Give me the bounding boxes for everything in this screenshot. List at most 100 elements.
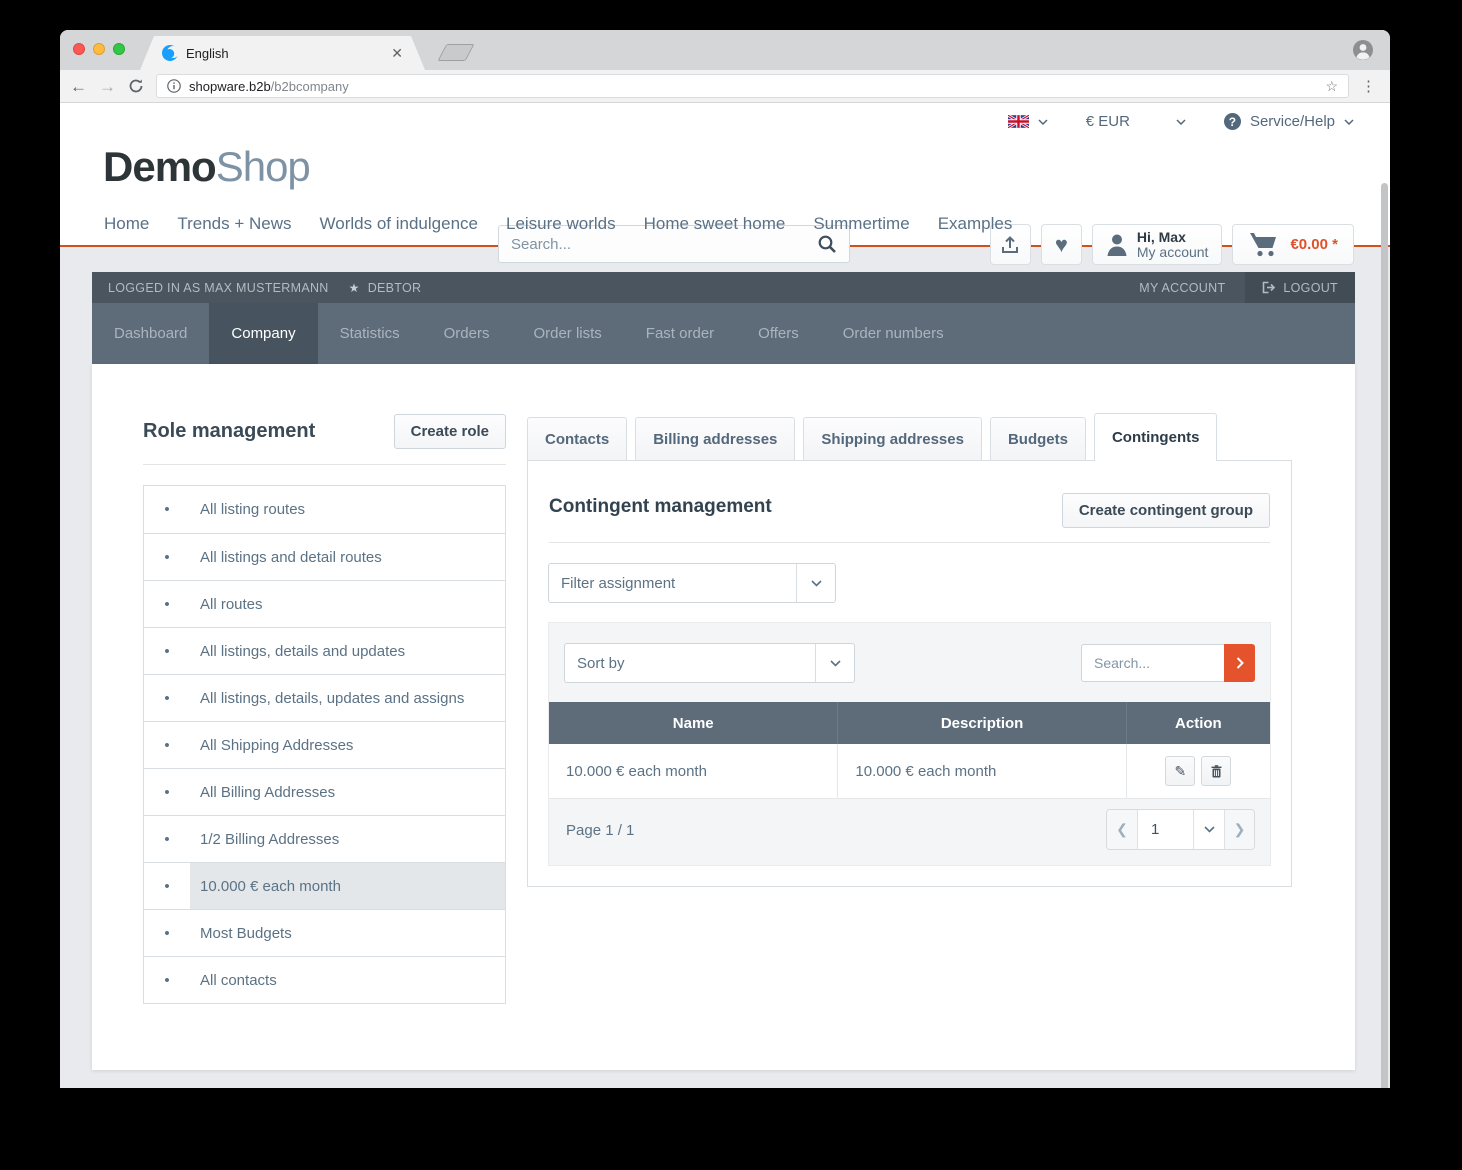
browser-tabstrip: English ✕ [60, 30, 1390, 70]
service-help-menu[interactable]: ? Service/Help [1223, 113, 1354, 130]
new-tab-button[interactable] [437, 44, 475, 61]
b2b-nav-order-numbers[interactable]: Order numbers [821, 303, 966, 364]
reload-icon[interactable] [128, 78, 144, 94]
chevron-down-icon [815, 644, 854, 682]
language-select[interactable] [1007, 115, 1048, 128]
user-icon [1106, 233, 1128, 257]
company-detail-section: Contacts Billing addresses Shipping addr… [527, 413, 1292, 887]
account-greeting: Hi, Max [1136, 228, 1186, 245]
zoom-window-button[interactable] [113, 43, 125, 55]
role-list-item[interactable]: • All Billing Addresses [144, 768, 505, 815]
forward-icon[interactable]: → [99, 78, 116, 95]
nav-item-trends-news[interactable]: Trends + News [177, 214, 291, 234]
company-panel: Role management Create role • All listing… [92, 364, 1355, 1070]
logout-button[interactable]: LOGOUT [1245, 272, 1355, 303]
tab-budgets[interactable]: Budgets [989, 417, 1086, 460]
role-list-item[interactable]: • All listings and detail routes [144, 533, 505, 580]
browser-menu-icon[interactable]: ⋮ [1361, 77, 1380, 95]
nav-item-worlds-of-indulgence[interactable]: Worlds of indulgence [320, 214, 478, 234]
b2b-nav-order-lists[interactable]: Order lists [511, 303, 623, 364]
page-scrollbar[interactable] [1381, 183, 1388, 1088]
close-window-button[interactable] [73, 43, 85, 55]
role-management-section: Role management Create role • All listing… [143, 364, 506, 1004]
divider [143, 464, 506, 465]
role-list-item[interactable]: • All contacts [144, 956, 505, 1003]
logo-shop: Shop [215, 143, 311, 190]
url-host: shopware.b2b [189, 78, 271, 94]
create-contingent-group-button[interactable]: Create contingent group [1061, 493, 1270, 528]
role-list-item[interactable]: • All routes [144, 580, 505, 627]
create-role-button[interactable]: Create role [393, 414, 506, 449]
logo-demo: Demo [103, 143, 217, 190]
browser-tab[interactable]: English ✕ [140, 36, 425, 70]
b2b-navigation: Dashboard Company Statistics Orders Orde… [92, 303, 1355, 364]
next-page-button[interactable]: ❯ [1224, 810, 1254, 849]
role-label: All listings, details and updates [200, 642, 406, 660]
role-list-item[interactable]: • All Shipping Addresses [144, 721, 505, 768]
tab-billing-addresses[interactable]: Billing addresses [635, 417, 796, 460]
nav-item-leisure-worlds[interactable]: Leisure worlds [506, 214, 616, 234]
cart-button[interactable]: €0.00 * [1232, 224, 1354, 265]
page-info-icon[interactable] [167, 79, 181, 93]
role-list-item-selected[interactable]: • 10.000 € each month [144, 862, 505, 909]
star-icon: ★ [348, 280, 360, 295]
b2b-nav-statistics[interactable]: Statistics [318, 303, 422, 364]
shop-logo[interactable]: DemoShop [103, 143, 311, 191]
grid-search-button[interactable] [1224, 644, 1255, 682]
back-icon[interactable]: ← [70, 78, 87, 95]
b2b-nav-orders[interactable]: Orders [422, 303, 512, 364]
b2b-nav-dashboard[interactable]: Dashboard [92, 303, 209, 364]
minimize-window-button[interactable] [93, 43, 105, 55]
b2b-nav-company[interactable]: Company [209, 303, 318, 364]
role-label: 1/2 Billing Addresses [200, 830, 340, 848]
b2b-nav-offers[interactable]: Offers [736, 303, 821, 364]
role-list-item[interactable]: • Most Budgets [144, 909, 505, 956]
previous-page-button[interactable]: ❮ [1107, 810, 1137, 849]
bullet-icon: • [164, 830, 170, 848]
role-list-item[interactable]: • All listings, details, updates and assi… [144, 674, 505, 721]
bullet-icon: • [164, 548, 170, 566]
currency-select[interactable]: € EUR [1086, 113, 1186, 130]
url-bar[interactable]: shopware.b2b/b2bcompany ☆ [156, 74, 1349, 98]
my-account-link[interactable]: MY ACCOUNT [1119, 272, 1245, 303]
bullet-icon: • [164, 501, 170, 518]
help-icon: ? [1223, 113, 1241, 130]
currency-label: € EUR [1085, 113, 1130, 130]
logout-icon [1262, 281, 1276, 294]
header-buttons: ♥ Hi, Max My account €0.00 * [989, 224, 1354, 265]
bullet-icon: • [164, 595, 170, 613]
bookmark-star-icon[interactable]: ☆ [1325, 78, 1338, 95]
account-button[interactable]: Hi, Max My account [1091, 224, 1223, 265]
main-navigation: Home Trends + News Worlds of indulgence … [104, 203, 1012, 245]
delete-button[interactable] [1201, 756, 1232, 786]
filter-assignment-value: Filter assignment [561, 574, 676, 592]
cart-icon [1248, 231, 1278, 258]
role-list-item[interactable]: • All listings, details and updates [144, 627, 505, 674]
browser-profile-icon[interactable] [1352, 39, 1374, 61]
nav-item-examples[interactable]: Examples [938, 214, 1013, 234]
tab-contacts[interactable]: Contacts [527, 417, 628, 460]
role-list-item[interactable]: • All listing routes [144, 486, 505, 533]
role-list-item[interactable]: • 1/2 Billing Addresses [144, 815, 505, 862]
page-indicator: Page 1 / 1 [566, 822, 635, 839]
page-number-value[interactable]: 1 [1137, 810, 1193, 849]
b2b-nav-fast-order[interactable]: Fast order [624, 303, 736, 364]
sort-by-select[interactable]: Sort by [564, 643, 855, 683]
nav-item-summertime[interactable]: Summertime [813, 214, 909, 234]
edit-button[interactable]: ✎ [1165, 756, 1196, 786]
divider [549, 542, 1270, 543]
chevron-down-icon [1176, 118, 1186, 125]
tab-close-icon[interactable]: ✕ [391, 45, 403, 62]
wishlist-button[interactable]: ♥ [1040, 224, 1082, 265]
column-header-description: Description [837, 702, 1125, 744]
tab-contingents[interactable]: Contingents [1093, 413, 1218, 461]
nav-item-home-sweet-home[interactable]: Home sweet home [644, 214, 786, 234]
pager-control: ❮ 1 ❯ [1106, 809, 1255, 850]
nav-item-home[interactable]: Home [104, 214, 149, 234]
filter-assignment-select[interactable]: Filter assignment [548, 563, 836, 603]
pencil-icon: ✎ [1174, 762, 1187, 779]
header-utility-bar: € EUR ? Service/Help [1007, 113, 1354, 130]
page-select-chevron[interactable] [1193, 810, 1224, 849]
tab-shipping-addresses[interactable]: Shipping addresses [803, 417, 982, 460]
grid-search-input[interactable] [1081, 644, 1224, 682]
